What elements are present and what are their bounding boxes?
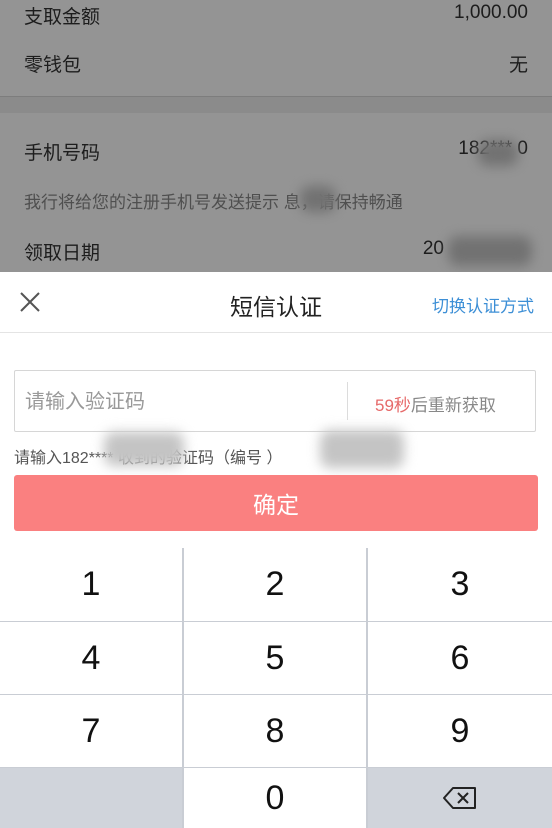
countdown-timer: 59秒: [375, 396, 411, 415]
verification-code-input[interactable]: [23, 371, 345, 433]
key-1[interactable]: 1: [0, 548, 182, 621]
confirm-button[interactable]: 确定: [14, 475, 538, 531]
redaction-blur: [104, 432, 184, 466]
input-separator: [347, 382, 348, 420]
key-4[interactable]: 4: [0, 622, 182, 694]
modal-overlay[interactable]: [0, 0, 552, 272]
resend-label: 后重新获取: [410, 396, 496, 415]
key-8[interactable]: 8: [184, 695, 366, 767]
backspace-icon: [443, 787, 476, 809]
switch-auth-method-link[interactable]: 切换认证方式: [432, 292, 534, 317]
verification-code-box: 59秒后重新获取: [14, 370, 536, 433]
resend-code-button[interactable]: 59秒后重新获取: [375, 391, 496, 416]
sms-verification-sheet: 短信认证 切换认证方式 59秒后重新获取 请输入182**** 收到的验证码（编…: [0, 272, 552, 828]
backspace-key[interactable]: [368, 768, 552, 828]
sheet-header: 短信认证 切换认证方式: [0, 272, 552, 333]
key-2[interactable]: 2: [184, 548, 366, 621]
key-5[interactable]: 5: [184, 622, 366, 694]
key-9[interactable]: 9: [368, 695, 552, 767]
numeric-keypad: 1 2 3 4 5 6 7 8 9 0: [0, 548, 552, 828]
key-7[interactable]: 7: [0, 695, 182, 767]
key-0[interactable]: 0: [184, 768, 366, 828]
redaction-blur: [320, 430, 404, 468]
key-blank: [0, 768, 182, 828]
key-6[interactable]: 6: [368, 622, 552, 694]
key-3[interactable]: 3: [368, 548, 552, 621]
